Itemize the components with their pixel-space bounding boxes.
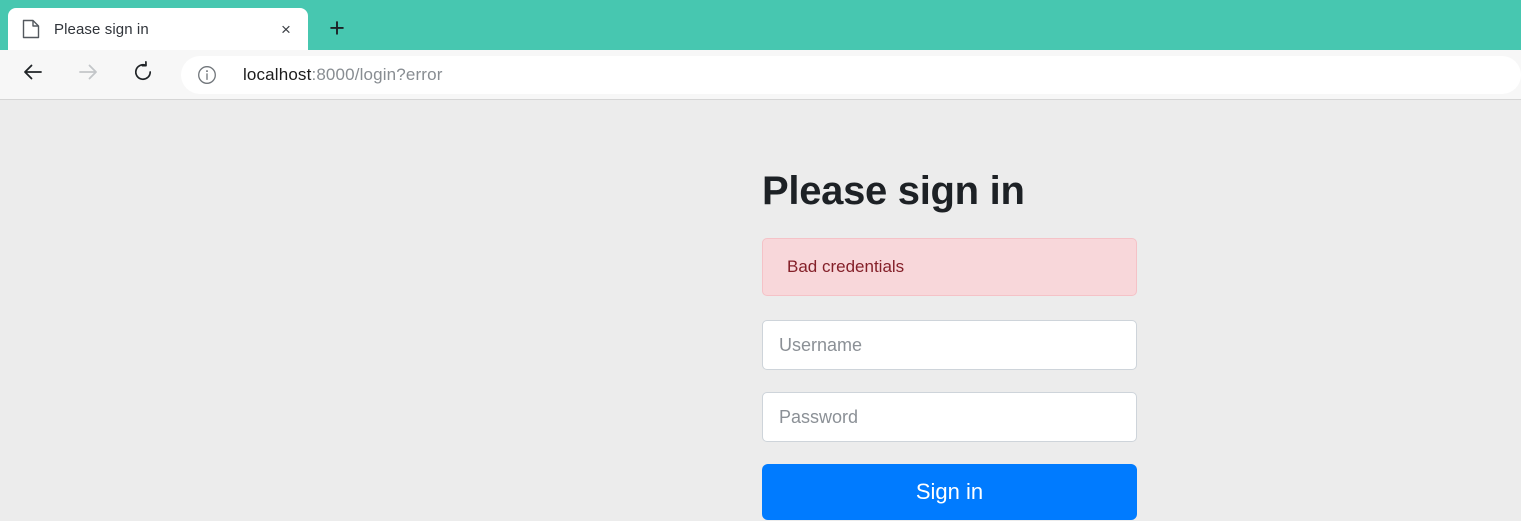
browser-tab-active[interactable]: Please sign in ×	[8, 8, 308, 50]
new-tab-button[interactable]: +	[320, 11, 354, 45]
error-alert: Bad credentials	[762, 238, 1137, 296]
browser-toolbar: localhost:8000/login?error	[0, 50, 1521, 100]
browser-window: Please sign in × + localhost:8000/login?…	[0, 0, 1521, 521]
password-input[interactable]	[762, 392, 1137, 442]
forward-button	[69, 56, 107, 94]
sign-in-form: Please sign in Bad credentials Sign in	[762, 170, 1137, 520]
tab-title: Please sign in	[54, 20, 149, 38]
close-icon[interactable]: ×	[271, 14, 301, 44]
url-path: :8000/login?error	[311, 64, 443, 84]
tab-strip: Please sign in × +	[0, 0, 1521, 50]
reload-icon	[131, 60, 155, 89]
error-alert-message: Bad credentials	[787, 257, 905, 276]
url-text: localhost:8000/login?error	[243, 65, 443, 85]
page-title: Please sign in	[762, 169, 1025, 213]
url-host: localhost	[243, 64, 312, 84]
info-circle-icon[interactable]	[197, 65, 217, 85]
page-viewport: Please sign in Bad credentials Sign in	[0, 100, 1521, 521]
address-bar[interactable]: localhost:8000/login?error	[181, 55, 1521, 94]
back-button[interactable]	[14, 56, 52, 94]
username-input[interactable]	[762, 320, 1137, 370]
page-document-icon	[22, 19, 40, 39]
sign-in-button[interactable]: Sign in	[762, 464, 1137, 520]
arrow-left-icon	[21, 60, 45, 89]
arrow-right-icon	[76, 60, 100, 89]
reload-button[interactable]	[124, 56, 162, 94]
